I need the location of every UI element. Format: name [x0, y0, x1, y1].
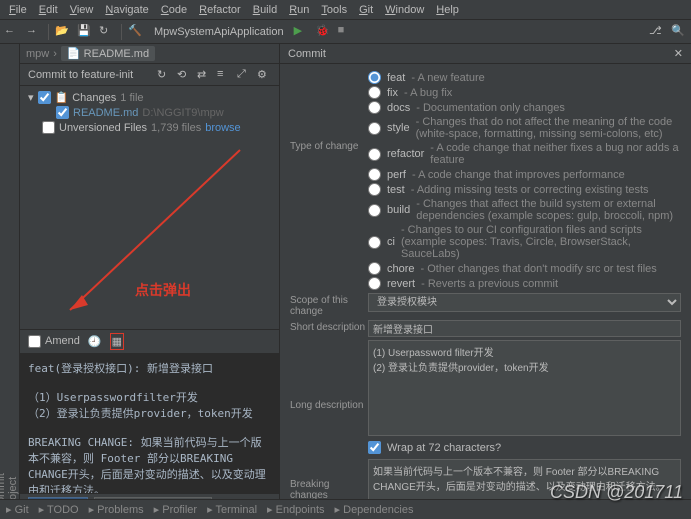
toolbar: ← → 📂 💾 ↻ 🔨 MpwSystemApiApplication ▶ 🐞 …	[0, 20, 691, 44]
commit-dialog: Commit ✕ Type of change feat - A new fea…	[280, 44, 691, 519]
commit-title: Commit to feature-init	[28, 69, 133, 81]
project-tool[interactable]: Project	[7, 82, 19, 511]
template-button[interactable]: ▦	[110, 333, 124, 350]
expand-icon[interactable]: ⤢	[237, 68, 251, 82]
type-test[interactable]: test - Adding missing tests or correctin…	[368, 183, 681, 196]
type-build[interactable]: build - Changes that affect the build sy…	[368, 198, 681, 222]
menu-view[interactable]: View	[65, 2, 99, 18]
menu-run[interactable]: Run	[284, 2, 314, 18]
commit-tool[interactable]: Commit	[0, 82, 7, 511]
tool-todo[interactable]: ▸ TODO	[39, 503, 79, 516]
type-revert[interactable]: revert - Reverts a previous commit	[368, 277, 681, 290]
commit-message-area: Amend 🕘 ▦ feat(登录授权接口): 新增登录接口 （1）Userpa…	[20, 329, 279, 519]
menu-bar: FileEditViewNavigateCodeRefactorBuildRun…	[0, 0, 691, 20]
stop-icon[interactable]: ■	[338, 24, 354, 40]
breadcrumb-root[interactable]: mpw	[26, 48, 49, 60]
type-feat[interactable]: feat - A new feature	[368, 71, 681, 84]
wrap-checkbox[interactable]: Wrap at 72 characters?	[368, 441, 681, 454]
diff-icon[interactable]: ⇄	[197, 68, 211, 82]
menu-file[interactable]: File	[4, 2, 32, 18]
run-icon[interactable]: ▶	[294, 24, 310, 40]
type-radios: feat - A new feature fix - A bug fix doc…	[368, 71, 681, 290]
breadcrumb: mpw › 📄 README.md	[20, 44, 279, 64]
tool-git[interactable]: ▸ Git	[6, 503, 29, 516]
commit-header: Commit to feature-init ↻ ⟲ ⇄ ≡ ⤢ ⚙	[20, 64, 279, 86]
type-refactor[interactable]: refactor - A code change that neither fi…	[368, 142, 681, 166]
menu-window[interactable]: Window	[380, 2, 429, 18]
short-label: Short description	[290, 320, 368, 333]
forward-icon[interactable]: →	[26, 24, 42, 40]
history-icon[interactable]: 🕘	[88, 335, 102, 348]
menu-help[interactable]: Help	[431, 2, 464, 18]
open-icon[interactable]: 📂	[55, 24, 71, 40]
long-desc-input[interactable]: (1) Userpassword filter开发 (2) 登录让负责提供pro…	[368, 340, 681, 436]
template-icon: ▦	[112, 335, 122, 348]
commit-message-input[interactable]: feat(登录授权接口): 新增登录接口 （1）Userpasswordfilt…	[20, 354, 279, 494]
menu-refactor[interactable]: Refactor	[194, 2, 246, 18]
left-tool-gutter: Project Commit Structure Favorites	[0, 44, 20, 519]
changes-node[interactable]: ▾ 📋 Changes 1 file	[28, 90, 271, 105]
type-perf[interactable]: perf - A code change that improves perfo…	[368, 168, 681, 181]
type-fix[interactable]: fix - A bug fix	[368, 86, 681, 99]
type-chore[interactable]: chore - Other changes that don't modify …	[368, 262, 681, 275]
menu-code[interactable]: Code	[156, 2, 192, 18]
type-ci[interactable]: ci - Changes to our CI configuration fil…	[368, 224, 681, 260]
type-style[interactable]: style - Changes that do not affect the m…	[368, 116, 681, 140]
tool-terminal[interactable]: ▸ Terminal	[207, 503, 257, 516]
dialog-title: Commit	[288, 48, 326, 60]
gear-icon[interactable]: ⚙	[257, 68, 271, 82]
short-desc-input[interactable]	[368, 320, 681, 337]
git-icon[interactable]: ⎇	[649, 24, 665, 40]
rollback-icon[interactable]: ⟲	[177, 68, 191, 82]
watermark: CSDN @201711	[550, 482, 683, 503]
changelist-icon[interactable]: ≡	[217, 68, 231, 82]
editor-tab[interactable]: 📄 README.md	[61, 46, 155, 61]
debug-icon[interactable]: 🐞	[316, 24, 332, 40]
menu-navigate[interactable]: Navigate	[100, 2, 153, 18]
refresh-icon[interactable]: ↻	[99, 24, 115, 40]
tool-problems[interactable]: ▸ Problems	[89, 503, 144, 516]
long-label: Long description	[290, 340, 368, 411]
type-label: Type of change	[290, 71, 368, 152]
hammer-icon[interactable]: 🔨	[128, 24, 144, 40]
amend-checkbox[interactable]: Amend	[28, 335, 80, 348]
menu-git[interactable]: Git	[354, 2, 378, 18]
back-icon[interactable]: ←	[4, 24, 20, 40]
dialog-titlebar: Commit ✕	[280, 44, 691, 64]
breaking-label: Breaking changes	[290, 459, 368, 501]
scope-label: Scope of this change	[290, 293, 368, 317]
save-icon[interactable]: 💾	[77, 24, 93, 40]
unversioned-node[interactable]: Unversioned Files 1,739 files browse	[28, 120, 271, 135]
search-icon[interactable]: 🔍	[671, 24, 687, 40]
changes-tree: ▾ 📋 Changes 1 file README.md D:\NGGIT9\m…	[20, 86, 279, 139]
tool-dependencies[interactable]: ▸ Dependencies	[335, 503, 414, 516]
refresh-icon[interactable]: ↻	[157, 68, 171, 82]
tool-profiler[interactable]: ▸ Profiler	[154, 503, 197, 516]
tool-endpoints[interactable]: ▸ Endpoints	[267, 503, 325, 516]
scope-select[interactable]: 登录授权模块	[368, 293, 681, 312]
file-row[interactable]: README.md D:\NGGIT9\mpw	[28, 105, 271, 120]
message-toolbar: Amend 🕘 ▦	[20, 330, 279, 354]
close-icon[interactable]: ✕	[674, 47, 683, 60]
run-config[interactable]: MpwSystemApiApplication	[150, 26, 288, 38]
menu-edit[interactable]: Edit	[34, 2, 63, 18]
type-docs[interactable]: docs - Documentation only changes	[368, 101, 681, 114]
annotation-text: 点击弹出	[135, 280, 191, 300]
menu-build[interactable]: Build	[248, 2, 282, 18]
menu-tools[interactable]: Tools	[316, 2, 352, 18]
